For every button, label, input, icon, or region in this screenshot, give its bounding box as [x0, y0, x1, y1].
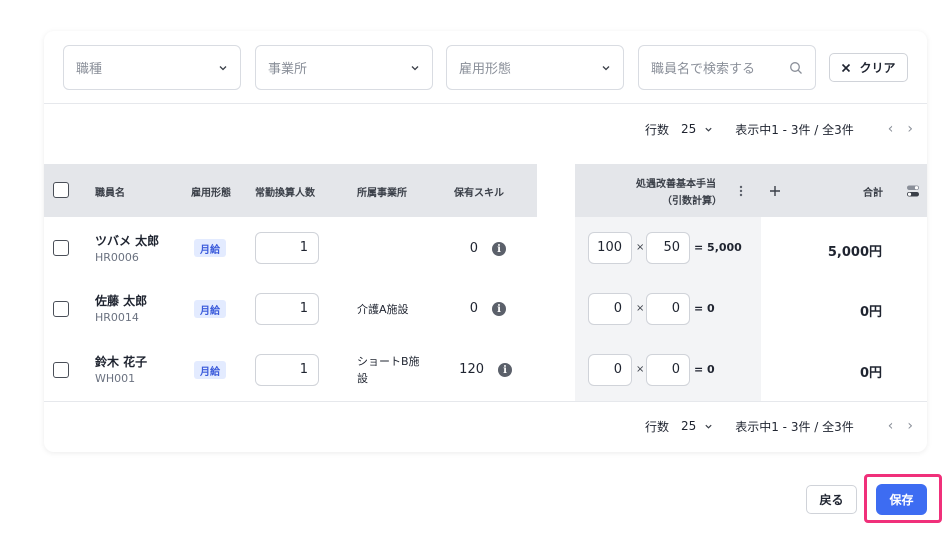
table-header-right — [761, 164, 927, 217]
header-fte[interactable]: 常勤換算人数 — [255, 184, 315, 199]
header-employment[interactable]: 雇用形態 — [191, 184, 231, 199]
row-total: 0円 — [859, 366, 882, 381]
employment-badge: 月給 — [194, 239, 226, 257]
staff-name: 鈴木 花子 — [95, 355, 148, 369]
allowance-amount-input[interactable]: 100 — [588, 232, 632, 264]
pager-top: 行数 25 表示中1 - 3件 / 全3件 ‹ › — [645, 118, 913, 140]
header-total[interactable]: 合計 — [863, 184, 883, 199]
multiply-sign: × — [636, 364, 645, 375]
chevron-left-icon[interactable]: ‹ — [888, 418, 894, 434]
row-total: 0円 — [859, 305, 882, 320]
staff-code: HR0014 — [95, 311, 139, 324]
row-total: 5,000円 — [827, 245, 882, 260]
info-icon[interactable]: i — [492, 302, 506, 316]
chevron-down-icon[interactable] — [704, 125, 713, 134]
more-vertical-icon[interactable] — [739, 185, 743, 197]
pager-bottom: 行数 25 表示中1 - 3件 / 全3件 ‹ › — [645, 415, 913, 437]
allowance-result: = 5,000 — [694, 241, 742, 254]
office-select[interactable]: 事業所 — [255, 45, 433, 90]
save-button[interactable]: 保存 — [876, 484, 927, 515]
skill-count: 120 — [459, 362, 484, 377]
rows-per-page-select[interactable]: 25 — [681, 122, 696, 136]
skill-count: 0 — [469, 241, 478, 256]
close-icon — [842, 63, 851, 72]
employment-badge: 月給 — [194, 300, 226, 318]
staff-search-input[interactable]: 職員名で検索する — [638, 45, 816, 90]
multiply-sign: × — [636, 242, 645, 253]
back-button[interactable]: 戻る — [806, 485, 857, 514]
info-icon[interactable]: i — [492, 242, 506, 256]
row-checkbox[interactable] — [53, 240, 69, 256]
header-name[interactable]: 職員名 — [95, 184, 125, 199]
toggle-icon[interactable] — [906, 184, 920, 198]
employment-type-select[interactable]: 雇用形態 — [446, 45, 624, 90]
table-footer-divider — [44, 401, 927, 402]
plus-icon[interactable] — [769, 185, 781, 197]
rows-per-page-select[interactable]: 25 — [681, 419, 696, 433]
job-type-placeholder: 職種 — [76, 62, 103, 77]
header-skill[interactable]: 保有スキル — [454, 184, 504, 199]
chevron-down-icon[interactable] — [704, 422, 713, 431]
allowance-result: = 0 — [694, 363, 715, 376]
select-all-checkbox[interactable] — [53, 182, 69, 198]
allowance-multiplier-input[interactable]: 50 — [646, 232, 690, 264]
employment-badge: 月給 — [194, 361, 226, 379]
range-text: 表示中1 - 3件 / 全3件 — [735, 122, 854, 137]
table-header-allowance — [575, 164, 761, 217]
row-checkbox[interactable] — [53, 301, 69, 317]
clear-button[interactable]: クリア — [829, 53, 908, 82]
staff-name: ツバメ 太郎 — [95, 234, 160, 248]
header-allowance[interactable]: 処遇改善基本手当 — [636, 175, 716, 190]
employment-placeholder: 雇用形態 — [459, 62, 512, 77]
chevron-right-icon[interactable]: › — [907, 121, 913, 137]
rows-label: 行数 — [644, 419, 669, 434]
staff-code: HR0006 — [95, 251, 139, 264]
chevron-left-icon[interactable]: ‹ — [888, 121, 894, 137]
staff-name: 佐藤 太郎 — [95, 294, 148, 308]
allowance-amount-input[interactable]: 0 — [588, 354, 632, 386]
search-icon — [790, 61, 802, 74]
allowance-result: = 0 — [694, 302, 715, 315]
fte-input[interactable]: 1 — [255, 354, 319, 386]
chevron-right-icon[interactable]: › — [907, 418, 913, 434]
multiply-sign: × — [636, 303, 645, 314]
allowance-multiplier-input[interactable]: 0 — [646, 354, 690, 386]
fte-input[interactable]: 1 — [255, 293, 319, 325]
office-name-line1: ショートB施 — [357, 355, 420, 368]
office-name: 介護A施設 — [357, 303, 409, 316]
allowance-amount-input[interactable]: 0 — [588, 293, 632, 325]
row-checkbox[interactable] — [53, 362, 69, 378]
chevron-down-icon — [602, 65, 610, 70]
rows-label: 行数 — [644, 122, 669, 137]
office-placeholder: 事業所 — [268, 62, 308, 77]
job-type-select[interactable]: 職種 — [63, 45, 241, 90]
chevron-down-icon — [219, 65, 227, 70]
info-icon[interactable]: i — [498, 363, 512, 377]
header-office[interactable]: 所属事業所 — [357, 184, 407, 199]
allowance-multiplier-input[interactable]: 0 — [646, 293, 690, 325]
clear-label: クリア — [859, 61, 896, 75]
filter-bar: 職種 事業所 雇用形態 職員名で検索する クリア — [44, 31, 927, 104]
header-allowance-sub: （引数計算） — [662, 196, 722, 207]
range-text: 表示中1 - 3件 / 全3件 — [735, 419, 854, 434]
chevron-down-icon — [411, 65, 419, 70]
staff-code: WH001 — [95, 372, 136, 385]
office-name-line2: 設 — [357, 372, 368, 385]
staff-allowance-card: 職種 事業所 雇用形態 職員名で検索する クリア 行数 25 表示中1 - 3件… — [44, 31, 927, 452]
search-placeholder: 職員名で検索する — [651, 62, 756, 77]
fte-input[interactable]: 1 — [255, 232, 319, 264]
skill-count: 0 — [469, 301, 478, 316]
